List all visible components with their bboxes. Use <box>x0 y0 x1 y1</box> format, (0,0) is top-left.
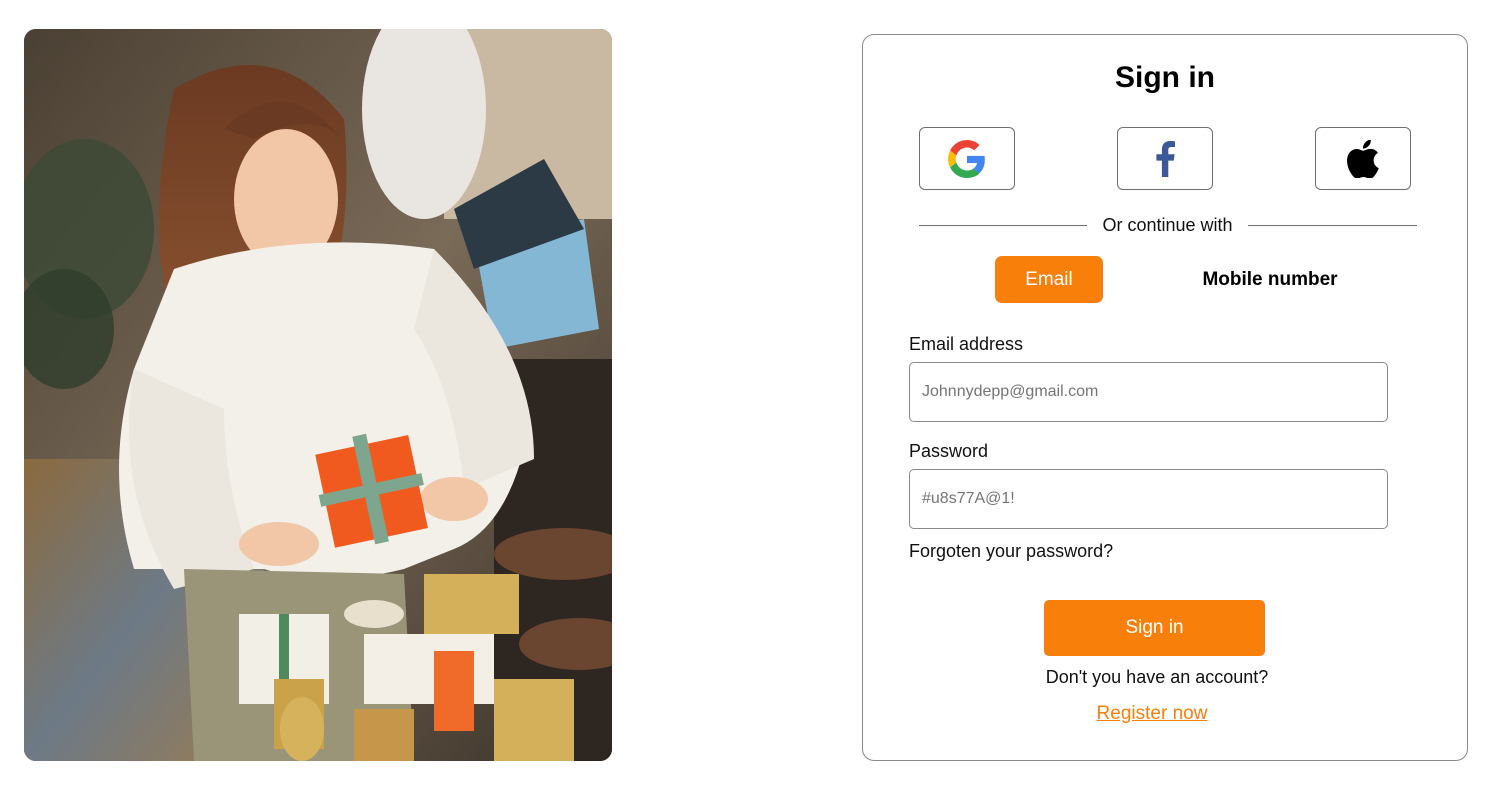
google-icon <box>948 139 985 178</box>
signin-card: Sign in Or continue with Email Mobile nu… <box>862 34 1468 761</box>
google-signin-button[interactable] <box>919 127 1015 190</box>
apple-icon <box>1347 139 1379 178</box>
page-title: Sign in <box>1115 61 1215 94</box>
divider-text: Or continue with <box>1102 215 1233 235</box>
apple-signin-button[interactable] <box>1315 127 1411 190</box>
tab-email[interactable]: Email <box>995 256 1103 303</box>
hero-image <box>24 29 612 761</box>
divider-line-right <box>1248 225 1417 226</box>
tab-mobile-number[interactable]: Mobile number <box>1181 256 1359 303</box>
password-label: Password <box>909 441 989 461</box>
no-account-text: Don't you have an account? <box>1045 667 1269 687</box>
register-link[interactable]: Register now <box>1097 703 1208 724</box>
password-input[interactable] <box>909 469 1388 529</box>
facebook-signin-button[interactable] <box>1117 127 1213 190</box>
email-label: Email address <box>909 334 1024 354</box>
signin-button[interactable]: Sign in <box>1044 600 1265 656</box>
divider-line-left <box>919 225 1087 226</box>
register-row: Register now <box>863 703 1441 725</box>
facebook-icon <box>1156 140 1175 177</box>
forgot-password-link[interactable]: Forgoten your password? <box>909 541 1113 562</box>
email-input[interactable] <box>909 362 1388 422</box>
hero-illustration <box>24 29 612 761</box>
